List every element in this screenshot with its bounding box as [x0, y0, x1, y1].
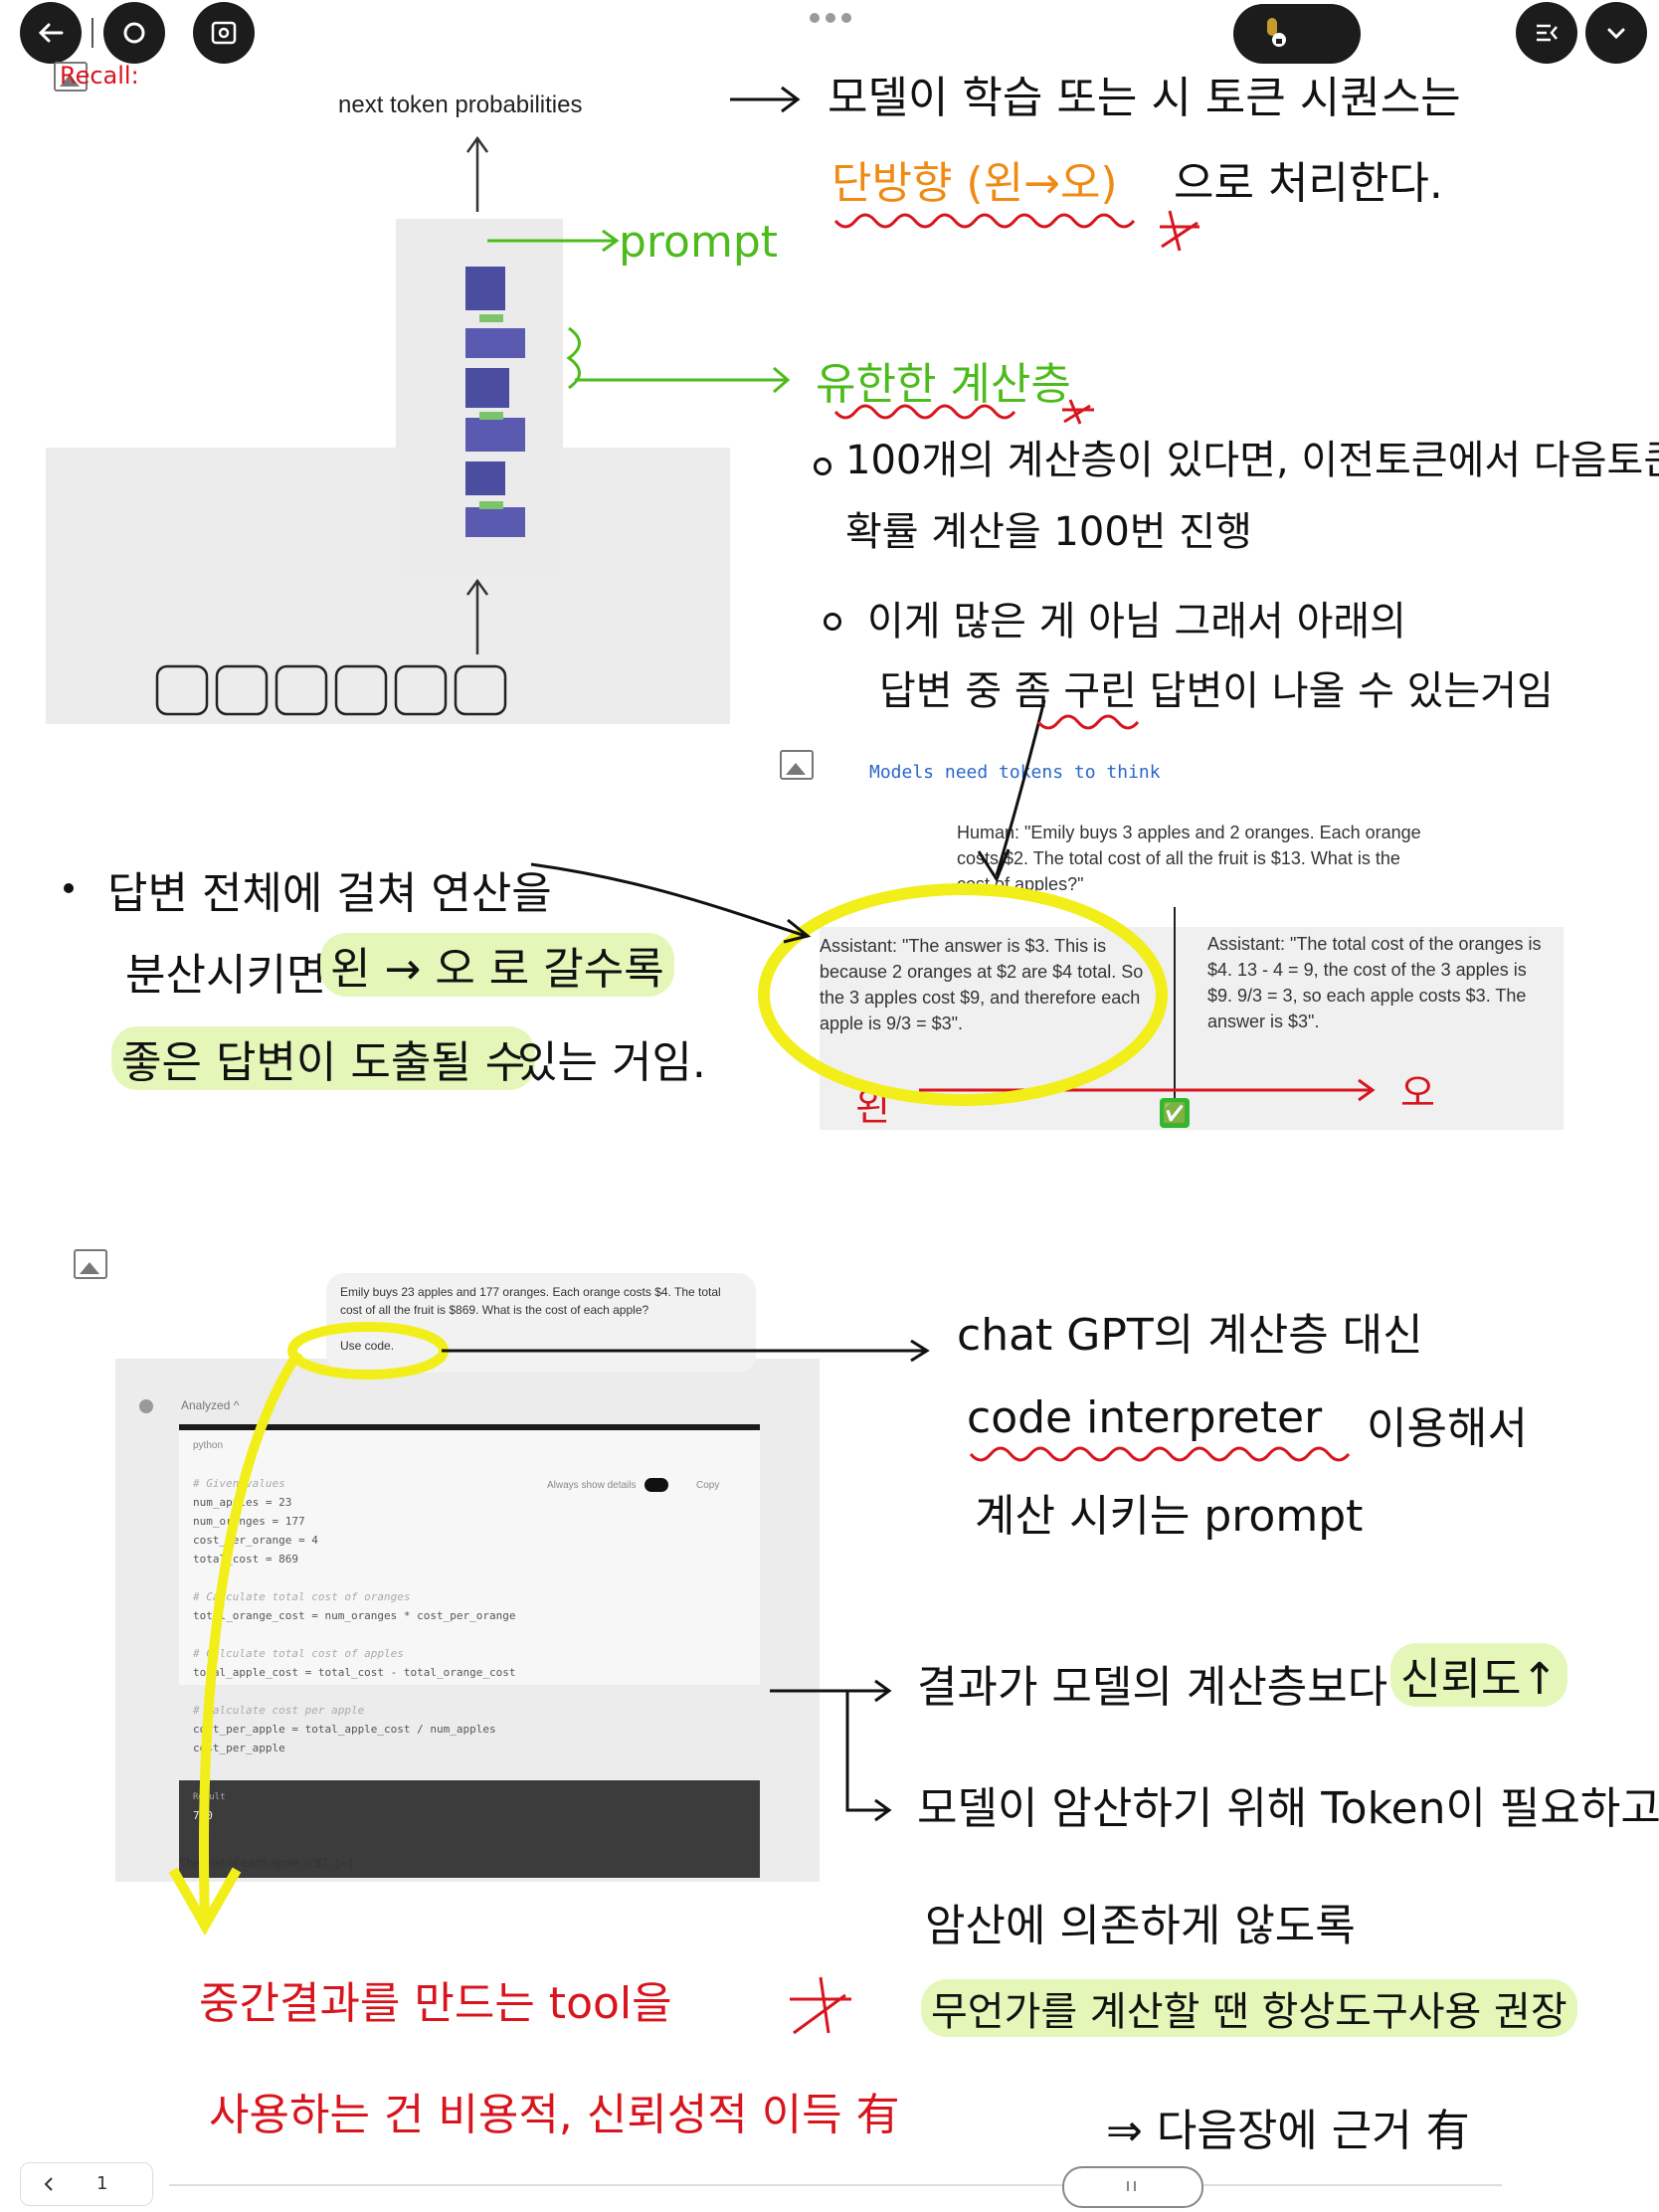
scroll-track	[169, 2184, 1502, 2186]
notes2-line2a: 분산시키면	[125, 950, 327, 1001]
bullet1-line-b: 확률 계산을 100번 진행	[845, 509, 1252, 555]
note-line2-rest: 으로 처리한다.	[1174, 158, 1443, 209]
token-boxes	[155, 660, 513, 724]
result-note-5: ⇒ 다음장에 근거 有	[1106, 2106, 1470, 2156]
red-underline-3	[1036, 714, 1140, 730]
bullet-dot	[824, 613, 841, 631]
red-underline-1	[833, 210, 1199, 252]
notes2-line3b: 있는 거임.	[517, 1037, 706, 1088]
yellow-use-code-arrow	[168, 1322, 449, 1936]
result-note-3: 암산에 의존하게 않도록	[925, 1901, 1356, 1951]
copy-button[interactable]: Copy	[696, 1480, 719, 1491]
bullet-dot	[814, 458, 831, 475]
up-arrow-top	[465, 135, 489, 212]
chat-note-line2-rest: 이용해서	[1367, 1403, 1528, 1454]
panel-icon	[1537, 24, 1558, 42]
red-note-1: 중간결과를 만드는 tool을	[199, 1978, 672, 2029]
recall-label: Recall:	[60, 62, 139, 90]
details-toggle[interactable]	[645, 1478, 668, 1492]
bullet2-line-a: 이게 많은 게 아님 그래서 아래의	[867, 599, 1406, 645]
view-mode-button[interactable]	[193, 2, 255, 64]
toolbar-divider	[92, 18, 93, 48]
image-placeholder-icon	[74, 1249, 107, 1279]
bullet-dot	[64, 883, 74, 893]
microphone-lock-icon	[1267, 18, 1286, 47]
note-line1: 모델이 학습 또는 시 토큰 시퀀스는	[828, 73, 1461, 123]
mic-pill[interactable]	[1233, 4, 1361, 64]
chevron-left-icon	[44, 2177, 53, 2191]
back-button[interactable]	[20, 2, 82, 64]
notes2-line3-highlight: 좋은 답변이 도출될 수	[111, 1026, 536, 1090]
chat-note-line1: chat GPT의 계산층 대신	[957, 1310, 1423, 1361]
red-star-icon	[790, 1976, 851, 2035]
up-arrow-bottom	[465, 578, 489, 654]
home-button[interactable]	[103, 2, 165, 64]
result-note-1: 결과가 모델의 계산층보다	[917, 1662, 1388, 1713]
chevron-down-icon	[1607, 28, 1625, 40]
always-show-details: Always show details	[547, 1480, 637, 1491]
bullet1-line-a: 100개의 계산층이 있다면, 이전토큰에서 다음토큰의	[845, 438, 1659, 483]
red-underline-2	[833, 399, 1094, 425]
result-note-2: 모델이 암산하기 위해 Token이 필요하고,	[917, 1783, 1659, 1834]
page-number: 1	[96, 2173, 108, 2194]
ellipsis-icon	[810, 13, 851, 23]
circle-icon	[123, 22, 145, 44]
arrow-to-chat-note	[442, 1339, 930, 1363]
branch-arrows	[770, 1679, 892, 1822]
fig1-title: next token probabilities	[338, 92, 583, 118]
right-word: 오	[1400, 1071, 1435, 1115]
gpt-avatar	[139, 1399, 153, 1413]
fig2-right-answer: Assistant: "The total cost of the orange…	[1207, 934, 1542, 1031]
collapse-button[interactable]	[1585, 2, 1647, 64]
notes2-line1: 답변 전체에 걸쳐 연산을	[107, 868, 552, 919]
scroll-handle[interactable]	[1062, 2166, 1203, 2208]
notes2-line2-highlight: 왼 → 오 로 갈수록	[320, 933, 674, 997]
more-menu-button[interactable]	[808, 10, 853, 29]
note-line2-orange: 단방향 (왼→오)	[831, 158, 1118, 209]
panel-button[interactable]	[1516, 2, 1577, 64]
page-indicator[interactable]: 1	[20, 2162, 153, 2206]
chat-note-line3: 계산 시키는 prompt	[975, 1491, 1364, 1542]
red-underline-4	[969, 1446, 1351, 1462]
chat-note-line2: code interpreter	[967, 1392, 1323, 1443]
prompt-label: prompt	[619, 217, 779, 268]
red-note-2: 사용하는 건 비용적, 신뢰성적 이득 有	[209, 2090, 900, 2140]
arrow-right-1	[730, 86, 801, 113]
eye-frame-icon	[211, 21, 237, 45]
arrow-left-icon	[38, 23, 64, 43]
result-note-1-highlight: 신뢰도↑	[1390, 1643, 1568, 1707]
result-note-4-highlight: 무언가를 계산할 땐 항상도구사용 권장	[921, 1979, 1577, 2037]
